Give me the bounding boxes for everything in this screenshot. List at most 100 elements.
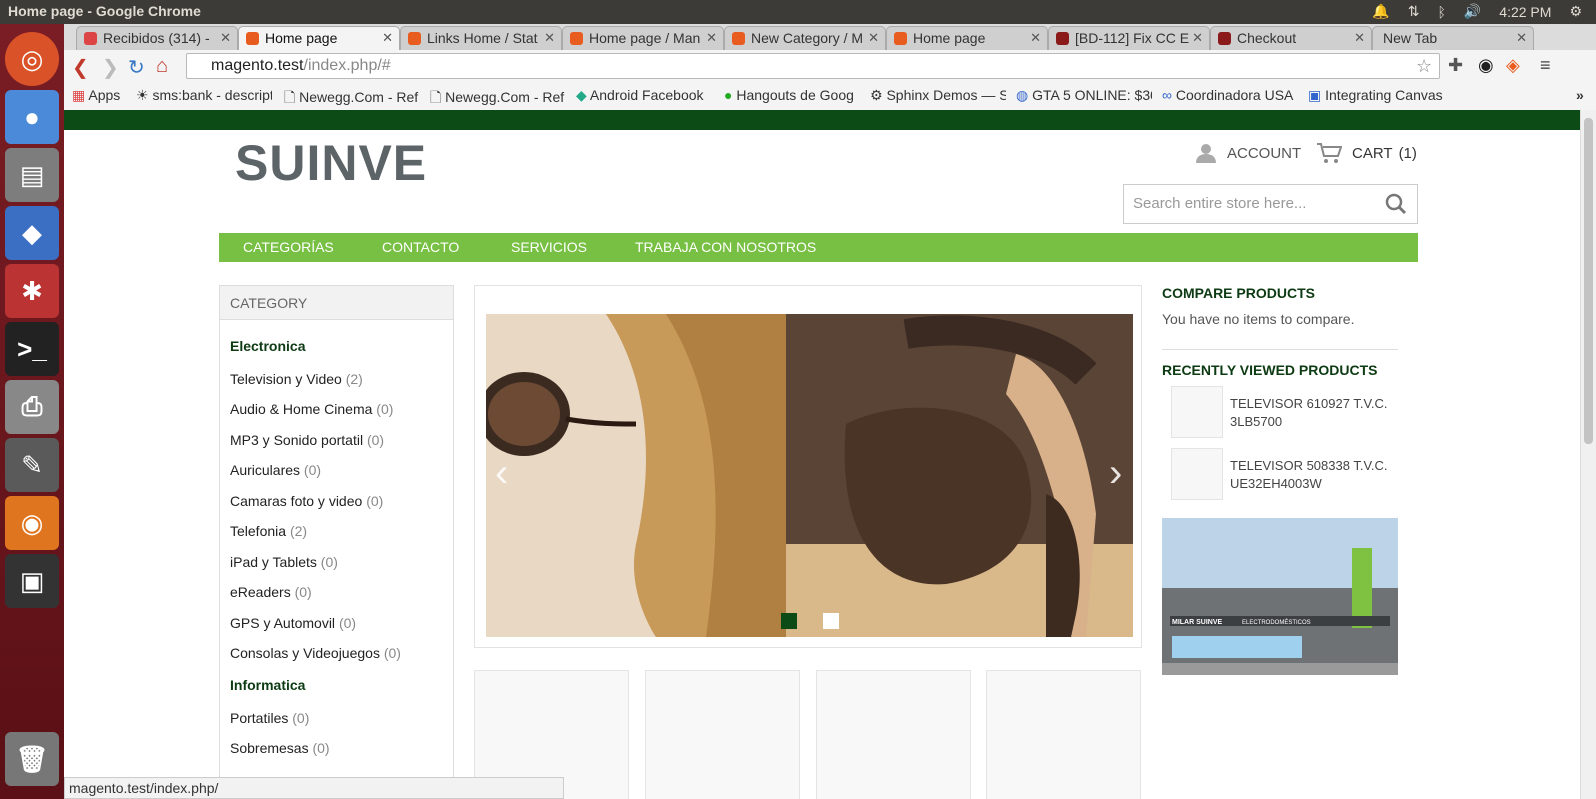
status-bar-url: magento.test/index.php/ [64,777,564,799]
bookmark-sms-bank[interactable]: ☀ sms:bank - descript [136,87,272,104]
bookmark-integrating-canvas[interactable]: ▣ Integrating Canvas [1308,87,1448,104]
bookmark-gta5[interactable]: ◍ GTA 5 ONLINE: $30 [1016,87,1152,104]
recent-product-thumbnail[interactable] [1171,448,1223,500]
category-item[interactable]: Auriculares (0) [230,462,321,478]
printer-icon[interactable]: ⎙ [5,380,59,434]
clock[interactable]: 4:22 PM [1499,4,1551,20]
tab-links-home[interactable]: Links Home / Stat ✕ [400,26,562,50]
bookmark-hangouts[interactable]: ● Hangouts de Goog [724,87,860,103]
store-search-input[interactable]: Search entire store here... [1123,184,1418,224]
search-icon[interactable] [1385,193,1407,215]
main-nav: CATEGORÍAS CONTACTO SERVICIOS TRABAJA CO… [219,233,1418,262]
close-icon[interactable]: ✕ [382,30,393,46]
nav-servicios[interactable]: SERVICIOS [511,239,587,255]
address-bar[interactable]: magento.test/index.php/# [186,53,1440,79]
slider-dot-active[interactable] [781,613,797,629]
volume-icon[interactable]: 🔊 [1464,3,1481,20]
firefox-icon[interactable]: ◉ [5,496,59,550]
category-item-electronica[interactable]: Electronica [230,338,305,354]
tab-checkout[interactable]: Checkout ✕ [1210,26,1372,50]
files-icon[interactable]: ▤ [5,148,59,202]
close-icon[interactable]: ✕ [1354,30,1365,46]
tab-bd-112[interactable]: [BD-112] Fix CC E ✕ [1048,26,1210,50]
tab-new-tab[interactable]: New Tab ✕ [1372,26,1534,50]
text-editor-icon[interactable]: ✎ [5,438,59,492]
recent-product-thumbnail[interactable] [1171,386,1223,438]
category-item[interactable]: Television y Video (2) [230,371,363,387]
tab-new-category[interactable]: New Category / M ✕ [724,26,886,50]
close-icon[interactable]: ✕ [706,30,717,46]
bookmark-apps[interactable]: ▦ Apps [72,87,120,104]
close-icon[interactable]: ✕ [220,30,231,46]
category-item[interactable]: Consolas y Videojuegos (0) [230,645,401,661]
system-settings-icon[interactable]: ✱ [5,264,59,318]
category-item[interactable]: Camaras foto y video (0) [230,493,383,509]
recent-product-name[interactable]: TELEVISOR 508338 T.V.C. UE32EH4003W [1230,457,1388,493]
nav-trabaja-con-nosotros[interactable]: TRABAJA CON NOSOTROS [635,239,816,255]
tab-home-page-active[interactable]: Home page ✕ [238,26,400,50]
tab-home-page-2[interactable]: Home page ✕ [886,26,1048,50]
mail-indicator-icon[interactable]: 🔔 [1372,3,1389,20]
close-icon[interactable]: ✕ [1030,30,1041,46]
close-icon[interactable]: ✕ [868,30,879,46]
unity-launcher: ◎ ● ▤ ◆ ✱ >_ ⎙ ✎ ◉ ▣ 🗑 [0,24,64,799]
bookmark-newegg-2[interactable]: 🗋 Newegg.Com - Ref [430,87,566,111]
settings-gear-icon[interactable]: ⚙ [1569,3,1582,20]
bookmark-sphinx[interactable]: ⚙ Sphinx Demos — Sp [870,87,1006,104]
category-count: (0) [383,645,401,661]
tab-home-page-man[interactable]: Home page / Man ✕ [562,26,724,50]
tab-label: [BD-112] Fix CC E [1075,30,1190,46]
virtualbox-icon[interactable]: ◆ [5,206,59,260]
close-icon[interactable]: ✕ [1192,30,1203,46]
product-card-placeholder[interactable] [986,670,1141,799]
reload-icon[interactable]: ↻ [128,55,145,80]
close-icon[interactable]: ✕ [544,30,555,46]
category-item[interactable]: Portatiles (0) [230,710,309,726]
close-icon[interactable]: ✕ [1516,30,1527,46]
slider-dot[interactable] [823,613,839,629]
color-picker-extension-icon[interactable]: ◉ [1478,55,1494,76]
magento-icon [732,32,745,45]
bookmark-coordinadora[interactable]: ∞ Coordinadora USA [1162,87,1302,103]
scrollbar-thumb[interactable] [1584,118,1593,444]
cart-link[interactable]: CART (1) [1316,142,1417,164]
bookmark-star-icon[interactable]: ☆ [1416,56,1432,77]
page-scrollbar[interactable] [1580,110,1596,799]
product-card-placeholder[interactable] [645,670,800,799]
category-item[interactable]: GPS y Automovil (0) [230,615,356,631]
trash-icon[interactable]: 🗑 [5,732,59,786]
forward-icon[interactable]: ❯ [102,55,119,80]
home-icon[interactable]: ⌂ [156,55,168,78]
back-icon[interactable]: ❮ [72,55,89,80]
more-bookmarks-icon[interactable]: » [1576,87,1584,103]
category-item[interactable]: iPad y Tablets (0) [230,554,338,570]
recent-product-name[interactable]: TELEVISOR 610927 T.V.C. 3LB5700 [1230,395,1388,431]
chrome-icon[interactable]: ● [5,90,59,144]
chrome-menu-icon[interactable]: ≡ [1540,55,1551,76]
nav-categorias[interactable]: CATEGORÍAS [243,239,334,255]
category-item-informatica[interactable]: Informatica [230,677,305,693]
network-icon[interactable]: ⇅ [1408,3,1420,20]
product-card-placeholder[interactable] [816,670,971,799]
magento-extension-icon[interactable]: ◈ [1506,55,1520,76]
bluetooth-icon[interactable]: ᛒ [1437,4,1445,20]
category-item[interactable]: MP3 y Sonido portatil (0) [230,432,384,448]
slider-next-icon[interactable]: › [1109,451,1122,496]
category-item[interactable]: Sobremesas (0) [230,740,330,756]
bookmark-android-facebook[interactable]: ◆ Android Facebook [576,87,712,104]
account-link[interactable]: ACCOUNT [1195,142,1301,164]
category-item[interactable]: eReaders (0) [230,584,312,600]
category-item[interactable]: Telefonia (2) [230,523,307,539]
nav-contacto[interactable]: CONTACTO [382,239,459,255]
slider-prev-icon[interactable]: ‹ [495,451,508,496]
terminal-icon[interactable]: >_ [5,322,59,376]
bookmark-newegg-1[interactable]: 🗋 Newegg.Com - Ref [284,87,420,111]
category-item[interactable]: Audio & Home Cinema (0) [230,401,393,417]
category-label: Portatiles [230,710,289,726]
store-logo[interactable]: SUINVE [235,134,427,192]
save-disk-icon[interactable]: ▣ [5,554,59,608]
tab-gmail[interactable]: Recibidos (314) - ✕ [76,26,238,50]
store-banner-image[interactable]: MILAR SUINVE ELECTRODOMÉSTICOS [1162,518,1398,675]
extension-icon[interactable]: ✚ [1448,55,1463,76]
ubuntu-dash-icon[interactable]: ◎ [5,32,59,86]
